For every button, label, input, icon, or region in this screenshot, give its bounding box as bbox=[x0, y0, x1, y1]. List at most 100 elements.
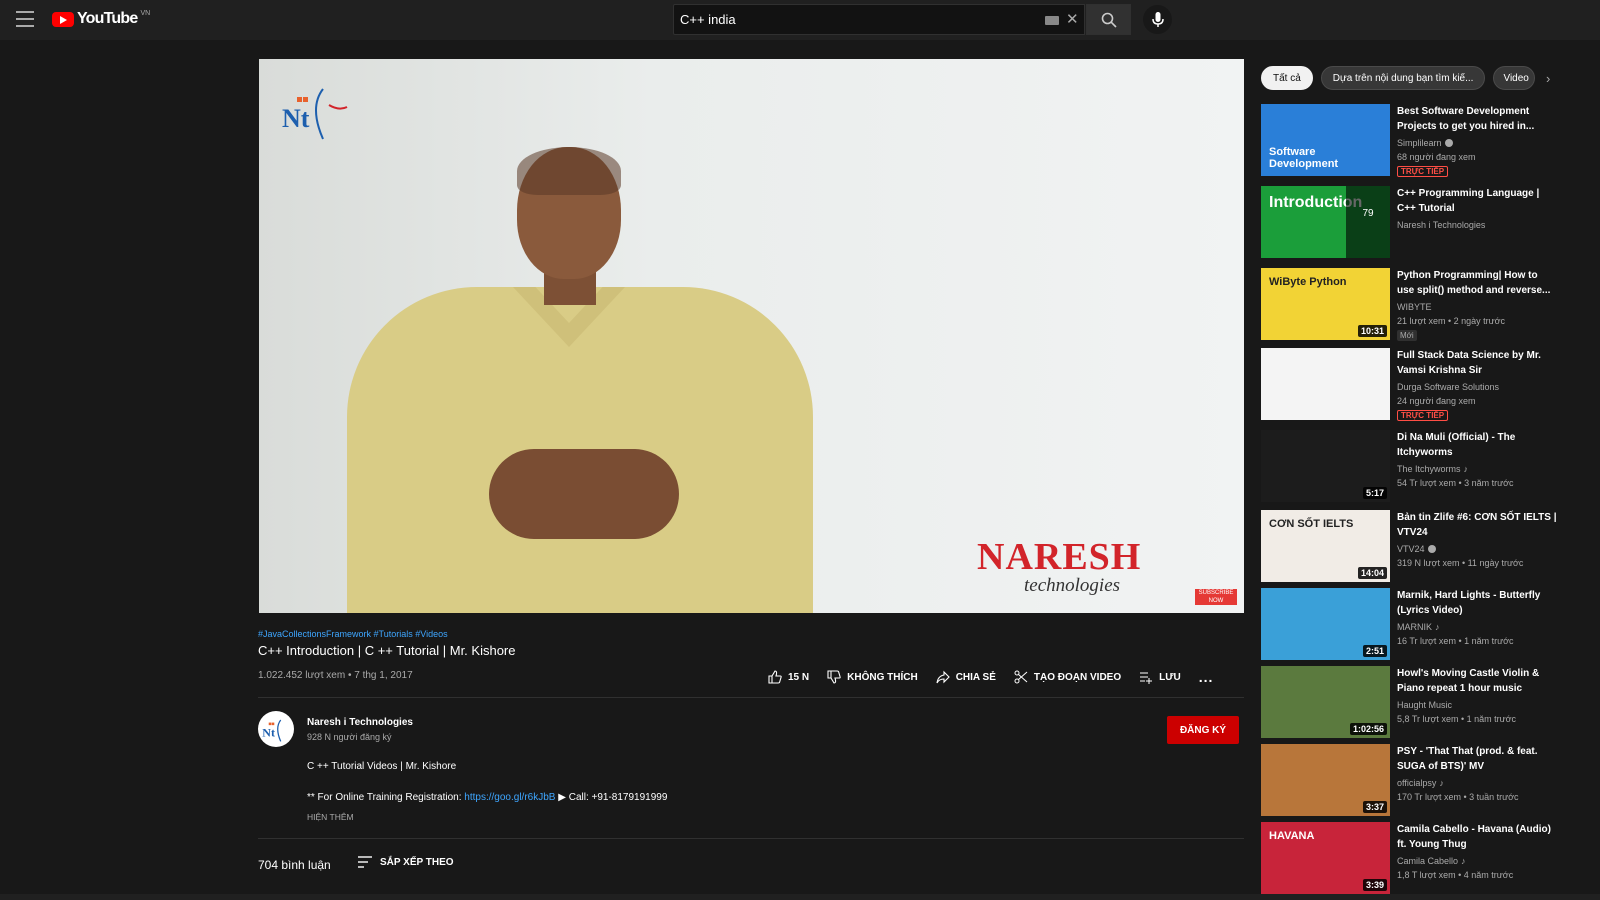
recommendation-title[interactable]: Python Programming| How to use split() m… bbox=[1397, 268, 1557, 298]
share-label: CHIA SẺ bbox=[955, 671, 996, 683]
video-thumbnail[interactable]: Software Development bbox=[1261, 104, 1390, 176]
thumbnail-text: HAVANA bbox=[1269, 830, 1315, 842]
channel-name[interactable]: Naresh i Technologies bbox=[307, 717, 413, 728]
music-note-icon: ♪ bbox=[1461, 856, 1466, 866]
nit-logo: Nt bbox=[282, 88, 348, 140]
video-thumbnail[interactable]: 5:17 bbox=[1261, 430, 1390, 502]
video-thumbnail[interactable]: CƠN SỐT IELTS 14:04 bbox=[1261, 510, 1390, 582]
youtube-logo[interactable]: YouTube VN bbox=[52, 10, 150, 28]
recommendation-channel[interactable]: Haught Music bbox=[1397, 700, 1452, 710]
show-more-button[interactable]: HIỆN THÊM bbox=[307, 812, 354, 822]
channel-name-text: Naresh i Technologies bbox=[1397, 220, 1486, 230]
recommendation-channel[interactable]: The Itchyworms ♪ bbox=[1397, 464, 1468, 474]
divider bbox=[258, 697, 1244, 698]
hashtags[interactable]: #JavaCollectionsFramework #Tutorials #Vi… bbox=[258, 629, 448, 639]
channel-name-text: VTV24 bbox=[1397, 544, 1425, 554]
search-box: ✕ bbox=[673, 4, 1085, 35]
recommendation-channel[interactable]: WIBYTE bbox=[1397, 302, 1432, 312]
recommendation-item[interactable]: 3:37 PSY - 'That That (prod. & feat. SUGA… bbox=[1261, 744, 1591, 818]
share-button[interactable]: CHIA SẺ bbox=[936, 670, 996, 684]
recommendation-channel[interactable]: Durga Software Solutions bbox=[1397, 382, 1499, 392]
recommendation-channel[interactable]: Camila Cabello ♪ bbox=[1397, 856, 1466, 866]
save-button[interactable]: LƯU bbox=[1139, 670, 1181, 684]
subscribe-button[interactable]: ĐĂNG KÝ bbox=[1167, 716, 1239, 744]
recommendation-title[interactable]: Di Na Muli (Official) - The Itchyworms bbox=[1397, 430, 1557, 460]
recommendation-stats: 68 người đang xem bbox=[1397, 152, 1476, 162]
recommendation-title[interactable]: Full Stack Data Science by Mr. Vamsi Kri… bbox=[1397, 348, 1557, 378]
presenter-hands bbox=[489, 449, 679, 539]
brand-sub-text: technologies bbox=[1024, 575, 1121, 596]
recommendation-title[interactable]: Marnik, Hard Lights - Butterfly (Lyrics … bbox=[1397, 588, 1557, 618]
chip-all[interactable]: Tất cả bbox=[1261, 66, 1313, 90]
recommendation-channel[interactable]: Naresh i Technologies bbox=[1397, 220, 1485, 230]
video-duration: 14:04 bbox=[1357, 567, 1387, 579]
recommendation-title[interactable]: PSY - 'That That (prod. & feat. SUGA of … bbox=[1397, 744, 1557, 774]
recommendation-item[interactable]: 2:51 Marnik, Hard Lights - Butterfly (Lyr… bbox=[1261, 588, 1591, 662]
dislike-label: KHÔNG THÍCH bbox=[847, 671, 918, 683]
video-thumbnail[interactable]: HAVANA 3:39 bbox=[1261, 822, 1390, 894]
chip-video[interactable]: Video bbox=[1493, 66, 1536, 90]
recommendation-item[interactable]: HAVANA 3:39 Camila Cabello - Havana (Audio… bbox=[1261, 822, 1591, 896]
video-thumbnail[interactable]: 1:02:56 bbox=[1261, 666, 1390, 738]
recommendation-stats: 24 người đang xem bbox=[1397, 396, 1476, 406]
recommendation-title[interactable]: Howl's Moving Castle Violin & Piano repe… bbox=[1397, 666, 1557, 696]
more-actions-button[interactable]: ... bbox=[1199, 669, 1214, 685]
recommendation-channel[interactable]: MARNIK ♪ bbox=[1397, 622, 1440, 632]
sort-icon bbox=[358, 856, 372, 868]
video-player[interactable]: Nt NARESH technologies SUBSCRIBE NOW bbox=[259, 59, 1244, 613]
menu-icon[interactable] bbox=[16, 11, 34, 27]
search-button[interactable] bbox=[1086, 4, 1131, 35]
recommendation-channel[interactable]: VTV24 bbox=[1397, 544, 1436, 554]
recommendation-channel[interactable]: Simplilearn bbox=[1397, 138, 1453, 148]
recommendation-item[interactable]: WiByte Python 10:31 Python Programming| Ho… bbox=[1261, 268, 1591, 342]
clear-icon[interactable]: ✕ bbox=[1066, 10, 1079, 28]
search-input[interactable] bbox=[674, 5, 1034, 34]
keyboard-icon[interactable] bbox=[1045, 16, 1059, 25]
recommendation-title[interactable]: Bản tin Zlife #6: CƠN SỐT IELTS | VTV24 bbox=[1397, 510, 1557, 540]
registration-link[interactable]: https://goo.gl/r6kJbB bbox=[464, 792, 555, 803]
like-count: 15 N bbox=[788, 671, 810, 683]
like-button[interactable]: 15 N bbox=[768, 670, 809, 684]
recommendation-item[interactable]: 1:02:56 Howl's Moving Castle Violin & Pia… bbox=[1261, 666, 1591, 740]
channel-name-text: Haught Music bbox=[1397, 700, 1453, 710]
channel-name-text: WIBYTE bbox=[1397, 302, 1432, 312]
action-bar: 15 N KHÔNG THÍCH CHIA SẺ TẠO ĐOẠN VIDEO … bbox=[768, 669, 1213, 685]
video-duration: 1:02:56 bbox=[1349, 723, 1387, 735]
recommendation-item[interactable]: Software Development Best Software Develo… bbox=[1261, 104, 1591, 178]
recommendation-title[interactable]: Best Software Development Projects to ge… bbox=[1397, 104, 1557, 134]
svg-text:Nt: Nt bbox=[262, 725, 275, 739]
logo-text: YouTube bbox=[77, 10, 138, 27]
clip-button[interactable]: TẠO ĐOẠN VIDEO bbox=[1014, 670, 1121, 684]
channel-name-text: officialpsy bbox=[1397, 778, 1437, 788]
video-thumbnail[interactable]: WiByte Python 10:31 bbox=[1261, 268, 1390, 340]
recommendation-channel[interactable]: officialpsy ♪ bbox=[1397, 778, 1444, 788]
video-thumbnail[interactable]: Introduction 79 bbox=[1261, 186, 1390, 258]
recommendation-item[interactable]: CƠN SỐT IELTS 14:04 Bản tin Zlife #6: CƠN … bbox=[1261, 510, 1591, 584]
thumbs-down-icon bbox=[827, 670, 841, 684]
recommendation-item[interactable]: 5:17 Di Na Muli (Official) - The Itchywor… bbox=[1261, 430, 1591, 504]
sort-comments-button[interactable]: SẮP XẾP THEO bbox=[358, 856, 454, 868]
divider bbox=[258, 838, 1244, 839]
recommendation-stats: 5,8 Tr lượt xem • 1 năm trước bbox=[1397, 714, 1517, 724]
recommendation-stats: 21 lượt xem • 2 ngày trước bbox=[1397, 316, 1506, 326]
chip-related[interactable]: Dựa trên nội dung bạn tìm kiế... bbox=[1320, 66, 1486, 90]
video-thumbnail[interactable]: 2:51 bbox=[1261, 588, 1390, 660]
recommendation-title[interactable]: C++ Programming Language | C++ Tutorial bbox=[1397, 186, 1557, 216]
recommendation-title[interactable]: Camila Cabello - Havana (Audio) ft. Youn… bbox=[1397, 822, 1557, 852]
channel-name-text: MARNIK bbox=[1397, 622, 1433, 632]
horizontal-scrollbar[interactable] bbox=[0, 894, 1600, 900]
video-meta: 1.022.452 lượt xem • 7 thg 1, 2017 bbox=[258, 670, 413, 681]
recommendation-item[interactable]: Full Stack Data Science by Mr. Vamsi Kri… bbox=[1261, 348, 1591, 422]
logo-country: VN bbox=[140, 9, 151, 17]
video-thumbnail[interactable]: 3:37 bbox=[1261, 744, 1390, 816]
channel-avatar[interactable]: Nt bbox=[258, 711, 294, 747]
dislike-button[interactable]: KHÔNG THÍCH bbox=[827, 670, 918, 684]
channel-name-text: The Itchyworms bbox=[1397, 464, 1461, 474]
mic-button[interactable] bbox=[1143, 5, 1172, 34]
video-duration: 5:17 bbox=[1362, 487, 1387, 499]
comments-count: 704 bình luận bbox=[258, 858, 331, 872]
video-thumbnail[interactable] bbox=[1261, 348, 1390, 420]
recommendation-stats: 54 Tr lượt xem • 3 năm trước bbox=[1397, 478, 1514, 488]
chevron-right-icon[interactable]: › bbox=[1546, 71, 1550, 86]
recommendation-item[interactable]: Introduction 79 C++ Programming Language |… bbox=[1261, 186, 1591, 260]
